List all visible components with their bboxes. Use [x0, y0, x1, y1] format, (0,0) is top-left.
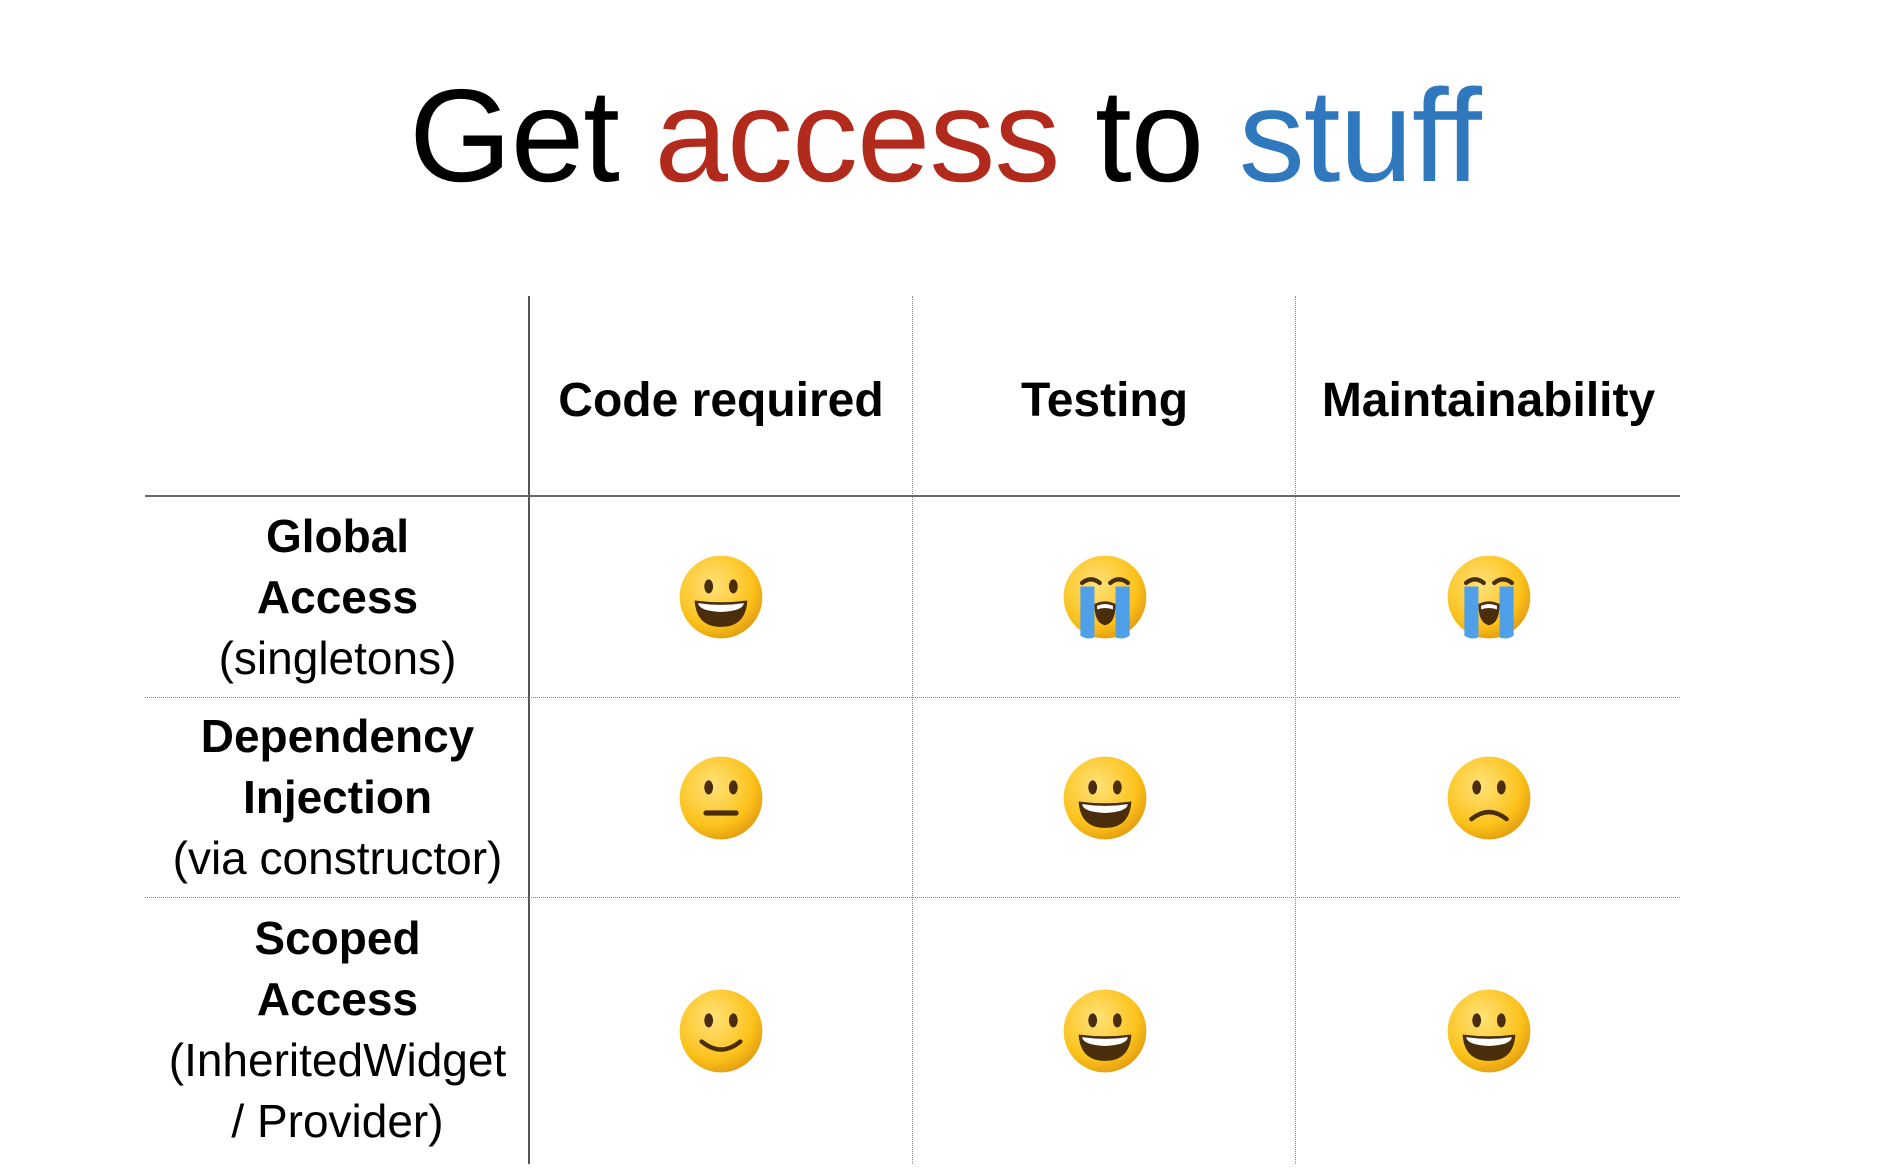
- column-header-code-required: Code required: [558, 373, 884, 427]
- cell-di-code-required: [530, 698, 912, 897]
- cell-global-testing: [914, 497, 1295, 697]
- row-name-line: Access: [256, 973, 419, 1025]
- row-subtitle: / Provider): [231, 1095, 444, 1147]
- row-name-line: Injection: [242, 771, 433, 823]
- cell-scoped-maintainability: [1297, 898, 1680, 1164]
- row-subtitle: (via constructor): [172, 832, 503, 884]
- cell-global-code-required: [530, 497, 912, 697]
- grinning-face-icon: [1063, 756, 1146, 839]
- grinning-face-icon: [1063, 989, 1146, 1073]
- row-name-line: Access: [256, 571, 419, 623]
- row-subtitle: (singletons): [218, 632, 457, 684]
- cell-di-maintainability: [1297, 698, 1680, 897]
- neutral-face-icon: [679, 756, 763, 839]
- loudly-crying-face-icon: [1063, 555, 1146, 639]
- row-label-scoped-access: Scoped Access (InheritedWidget / Provide…: [145, 905, 530, 1155]
- cell-global-maintainability: [1297, 497, 1680, 697]
- row-name-line: Dependency: [200, 710, 475, 762]
- grinning-face-icon: [1447, 989, 1530, 1073]
- row-name-line: Global: [265, 510, 410, 562]
- column-divider-2: [1295, 296, 1296, 1164]
- slightly-frowning-face-icon: [1447, 756, 1530, 839]
- slightly-smiling-face-icon: [679, 989, 763, 1073]
- row-label-dependency-injection: Dependency Injection (via constructor): [145, 705, 530, 890]
- row-subtitle: (InheritedWidget: [168, 1034, 507, 1086]
- loudly-crying-face-icon: [1447, 555, 1530, 639]
- cell-scoped-code-required: [530, 898, 912, 1164]
- column-header-maintainability: Maintainability: [1321, 373, 1656, 427]
- cell-di-testing: [914, 698, 1295, 897]
- row-name-line: Scoped: [254, 912, 421, 964]
- cell-scoped-testing: [914, 898, 1295, 1164]
- row-label-global-access: Global Access (singletons): [145, 505, 530, 690]
- grinning-face-icon: [679, 555, 763, 639]
- column-divider-1: [912, 296, 913, 1164]
- column-header-testing: Testing: [1020, 373, 1189, 427]
